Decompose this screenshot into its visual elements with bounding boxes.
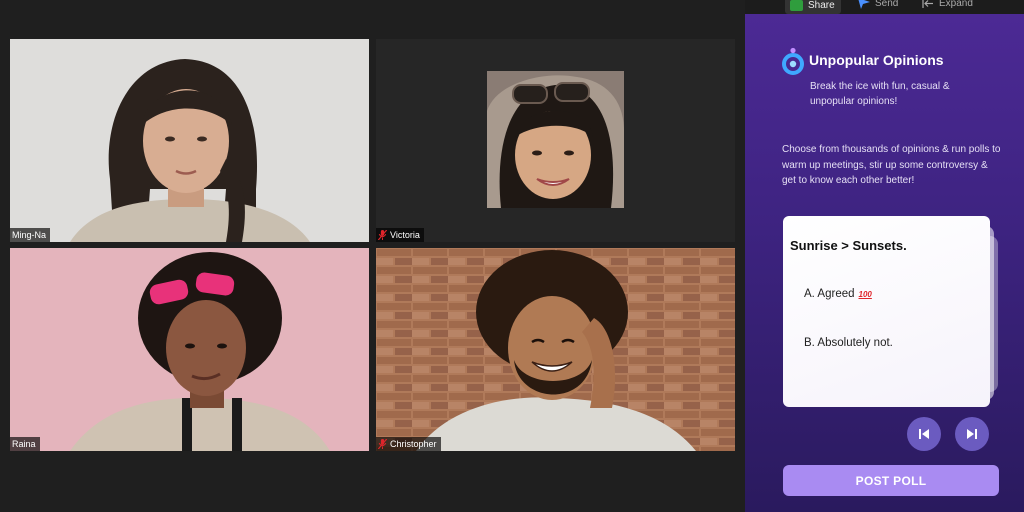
poll-question: Sunrise > Sunsets. — [790, 238, 907, 253]
share-icon — [790, 0, 803, 11]
send-label: Send — [875, 0, 899, 9]
send-icon — [858, 0, 870, 9]
poll-option-a-label: A. Agreed — [804, 288, 855, 300]
app-title: Unpopular Opinions — [809, 52, 944, 68]
video-tile-victoria[interactable]: Victoria — [376, 39, 735, 242]
participant-name-tag: Christopher — [376, 437, 441, 451]
participant-video — [10, 39, 369, 242]
participant-name: Victoria — [390, 230, 420, 240]
poll-option-a[interactable]: A. Agreed 100 — [804, 288, 872, 300]
participant-name: Ming-Na — [12, 230, 47, 240]
video-tile-christopher[interactable]: Christopher — [376, 248, 735, 451]
mic-off-icon — [378, 230, 387, 240]
skip-back-icon — [919, 429, 929, 439]
expand-label: Expand — [939, 0, 973, 9]
participant-name-tag: Raina — [10, 437, 40, 451]
share-button[interactable]: Share — [785, 0, 841, 14]
video-tile-raina[interactable]: Raina — [10, 248, 369, 451]
participant-video — [376, 39, 735, 242]
participant-name-tag: Ming-Na — [10, 228, 51, 242]
share-label: Share — [808, 0, 835, 11]
expand-icon — [922, 0, 933, 8]
participant-name-tag: Victoria — [376, 228, 424, 242]
poll-option-b[interactable]: B. Absolutely not. — [804, 337, 893, 349]
poll-card: Sunrise > Sunsets. A. Agreed 100 B. Abso… — [783, 216, 990, 407]
app-description: Choose from thousands of opinions & run … — [782, 144, 1001, 186]
video-tile-ming-na[interactable]: Ming-Na — [10, 39, 369, 242]
app-logo-icon — [782, 47, 804, 75]
app-subtitle: Break the ice with fun, casual & unpopul… — [810, 81, 950, 107]
poll-option-b-label: B. Absolutely not. — [804, 337, 893, 349]
hundred-points-icon: 100 — [858, 289, 872, 299]
send-button[interactable]: Send — [858, 0, 898, 9]
previous-opinion-button[interactable] — [907, 417, 941, 451]
next-opinion-button[interactable] — [955, 417, 989, 451]
skip-forward-icon — [967, 429, 977, 439]
expand-button[interactable]: Expand — [922, 0, 973, 9]
participant-video — [10, 248, 369, 451]
panel-toolbar: Share Send Expand — [745, 0, 1024, 14]
participant-name: Raina — [12, 439, 36, 449]
mic-off-icon — [378, 439, 387, 449]
post-poll-button[interactable]: POST POLL — [783, 465, 999, 496]
participant-video — [376, 248, 735, 451]
participant-name: Christopher — [390, 439, 437, 449]
